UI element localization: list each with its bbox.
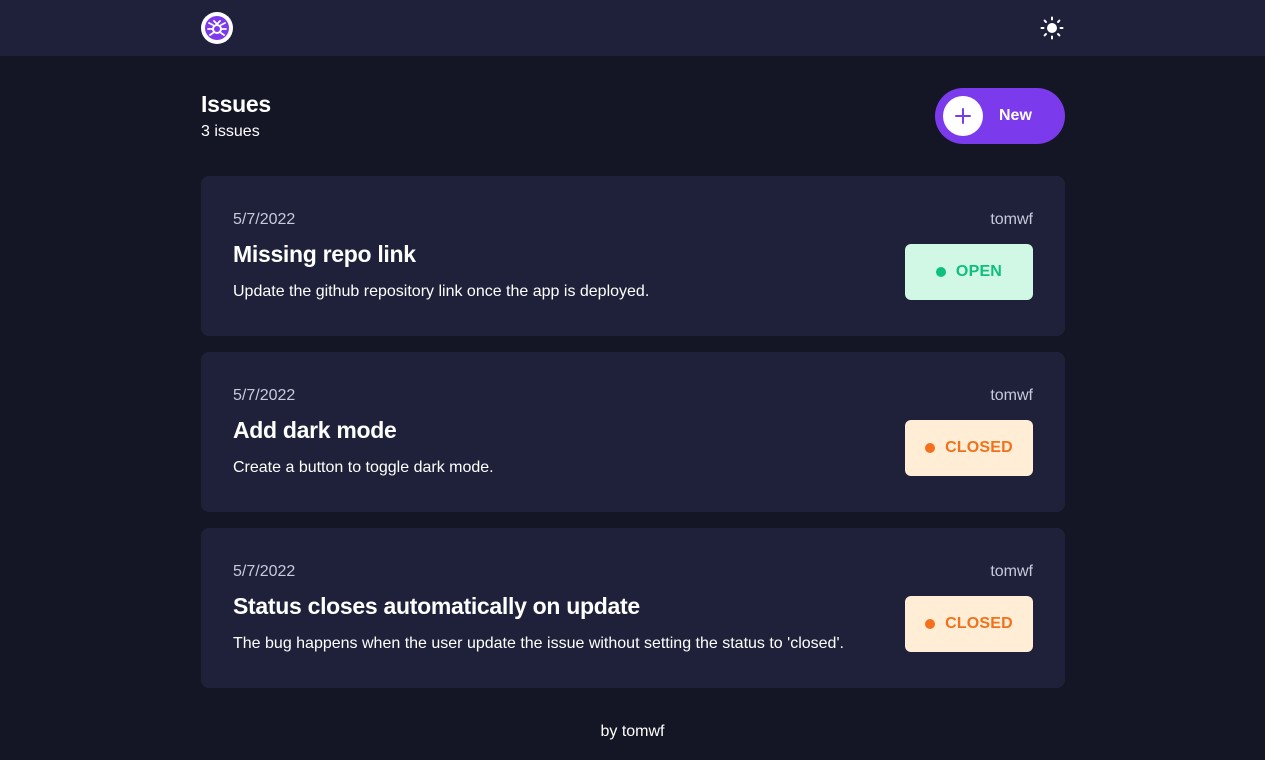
issue-title: Add dark mode: [233, 417, 397, 443]
issue-card[interactable]: 5/7/2022 tomwf Add dark mode Create a bu…: [201, 352, 1065, 512]
issue-date: 5/7/2022: [233, 211, 296, 228]
issue-author: tomwf: [990, 563, 1033, 580]
issue-description: The bug happens when the user update the…: [233, 635, 844, 652]
status-label: CLOSED: [945, 615, 1013, 632]
footer-credit: by tomwf: [600, 723, 665, 740]
issue-description: Create a button to toggle dark mode.: [233, 459, 494, 476]
issue-description: Update the github repository link once t…: [233, 283, 650, 300]
plus-icon: [943, 96, 983, 136]
status-badge: OPEN: [905, 244, 1033, 300]
status-dot-icon: [925, 619, 936, 629]
status-badge: CLOSED: [905, 420, 1033, 476]
issue-count: 3 issues: [201, 123, 260, 140]
top-navbar: [0, 0, 1265, 56]
new-issue-button[interactable]: New: [935, 88, 1065, 144]
issue-list: 5/7/2022 tomwf Missing repo link Update …: [201, 176, 1065, 704]
bug-icon: [205, 16, 229, 40]
theme-toggle-button[interactable]: [1040, 16, 1064, 40]
issue-card[interactable]: 5/7/2022 tomwf Missing repo link Update …: [201, 176, 1065, 336]
status-label: OPEN: [955, 263, 1003, 280]
issue-date: 5/7/2022: [233, 387, 296, 404]
issue-author: tomwf: [990, 387, 1033, 404]
new-button-label: New: [999, 107, 1032, 124]
issue-card[interactable]: 5/7/2022 tomwf Status closes automatical…: [201, 528, 1065, 688]
issues-header: Issues 3 issues New: [201, 88, 1065, 144]
issue-title: Missing repo link: [233, 241, 416, 267]
status-label: CLOSED: [945, 439, 1013, 456]
status-dot-icon: [925, 443, 936, 453]
issue-date: 5/7/2022: [233, 563, 296, 580]
issue-author: tomwf: [990, 211, 1033, 228]
status-dot-icon: [935, 267, 946, 277]
sun-icon: [1040, 16, 1064, 40]
status-badge: CLOSED: [905, 596, 1033, 652]
app-logo[interactable]: [201, 12, 233, 44]
issue-title: Status closes automatically on update: [233, 593, 640, 619]
page-title: Issues: [201, 91, 271, 117]
